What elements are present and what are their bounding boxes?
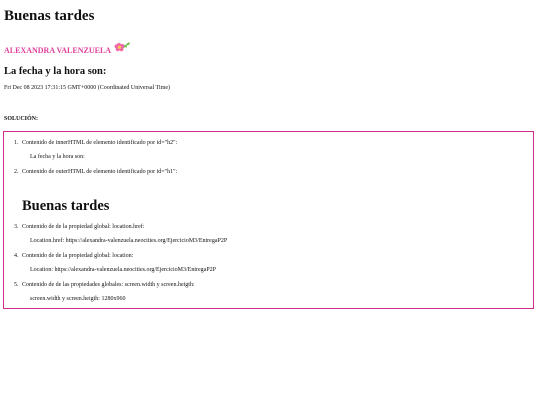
solution-item-3: 3. Contenido de de la propiedad global: l… — [14, 223, 144, 232]
item-text: Contenido de de la propiedad global: loc… — [22, 224, 145, 230]
greeting-heading: Buenas tardes — [4, 8, 95, 24]
solution-box: 1. Contenido de innerHTML de elemento ide… — [3, 131, 534, 309]
item-number: 1. — [14, 140, 19, 146]
item-text: Contenido de de la propiedad global: loc… — [22, 253, 134, 259]
author-name: ALEXANDRA VALENZUELA — [4, 46, 112, 55]
item-number: 2. — [14, 169, 19, 175]
item-number: 4. — [14, 253, 19, 259]
item-text: Contenido de innerHTML de elemento ident… — [22, 140, 178, 146]
item-result: Location.href: https://alexandra-valenzu… — [30, 238, 228, 244]
item-text: Contenido de de las propiedades globales… — [22, 282, 195, 288]
page: Buenas tardes ALEXANDRA VALENZUELA La fe… — [0, 0, 540, 405]
solution-item-4: 4. Contenido de de la propiedad global: l… — [14, 252, 133, 261]
solution-item-5: 5. Contenido de de las propiedades global… — [14, 281, 195, 290]
solution-item-2: 2. Contenido de outerHTML de elemento ide… — [14, 168, 177, 177]
solution-label: SOLUCIÓN: — [4, 116, 39, 122]
item-number: 3. — [14, 224, 19, 230]
flower-icon — [112, 38, 132, 58]
date-heading: La fecha y la hora son: — [4, 66, 107, 77]
item-result: screen.width y screen.heigth: 1280x960 — [30, 296, 126, 302]
outer-html-heading: Buenas tardes — [22, 198, 110, 214]
date-value: Fri Dec 08 2023 17:31:15 GMT+0000 (Coord… — [4, 85, 171, 91]
item-number: 5. — [14, 282, 19, 288]
solution-item-1: 1. Contenido de innerHTML de elemento ide… — [14, 139, 177, 148]
item-result: La fecha y la hora son: — [30, 154, 85, 160]
item-result: Location: https://alexandra-valenzuela.n… — [30, 267, 216, 273]
author-row: ALEXANDRA VALENZUELA — [4, 36, 132, 58]
item-text: Contenido de outerHTML de elemento ident… — [22, 169, 178, 175]
